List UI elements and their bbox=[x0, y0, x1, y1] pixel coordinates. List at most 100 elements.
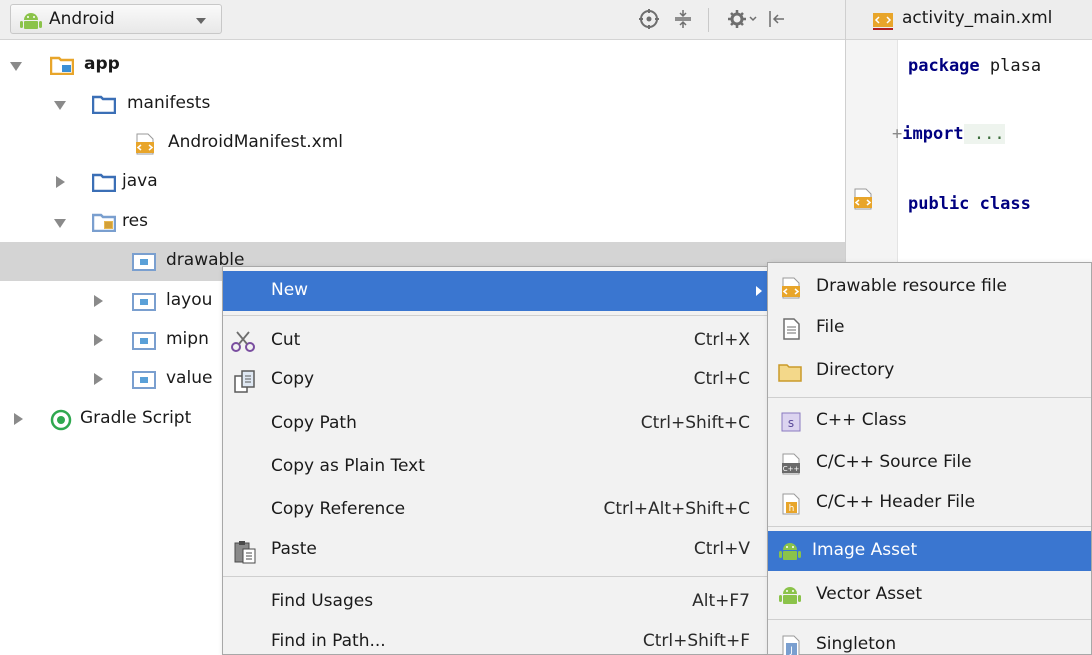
menu-label-new: New bbox=[271, 280, 309, 300]
tree-label-java: java bbox=[122, 171, 158, 191]
submenu-item-file[interactable]: File bbox=[768, 308, 1091, 348]
tree-label-manifests: manifests bbox=[127, 93, 211, 113]
editor-tab-label: activity_main.xml bbox=[902, 8, 1053, 28]
module-folder-icon bbox=[49, 55, 75, 80]
submenu-label-drawable-resource-file: Drawable resource file bbox=[816, 276, 1008, 296]
new-submenu: Drawable resource file File Directory s … bbox=[767, 262, 1092, 655]
menu-label-copy-plain-text: Copy as Plain Text bbox=[271, 456, 425, 476]
submenu-item-vector-asset[interactable]: Vector Asset bbox=[768, 575, 1091, 615]
xml-file-icon bbox=[134, 133, 156, 160]
locate-icon[interactable] bbox=[638, 8, 660, 30]
folder-icon bbox=[91, 172, 117, 197]
code-folded-text[interactable]: ... bbox=[963, 124, 1005, 144]
menu-item-find-in-path[interactable]: Find in Path... Ctrl+Shift+F bbox=[223, 622, 768, 655]
submenu-label-cpp-class: C++ Class bbox=[816, 410, 907, 430]
copy-icon bbox=[233, 370, 255, 393]
code-line-1[interactable]: package plasa bbox=[908, 56, 1041, 76]
hide-panel-icon[interactable] bbox=[766, 8, 788, 30]
menu-label-paste: Paste bbox=[271, 539, 317, 559]
menu-label-find-in-path: Find in Path... bbox=[271, 631, 386, 651]
menu-item-paste[interactable]: Paste Ctrl+V bbox=[223, 530, 768, 570]
project-view-label: Android bbox=[49, 9, 115, 29]
tree-item-manifests[interactable]: manifests bbox=[0, 85, 845, 124]
gear-icon[interactable] bbox=[726, 8, 758, 30]
menu-label-copy: Copy bbox=[271, 369, 315, 389]
code-keyword: import bbox=[902, 124, 964, 144]
code-text: plasa bbox=[979, 56, 1042, 76]
tree-label-mipmap: mipn bbox=[166, 329, 209, 349]
submenu-item-directory[interactable]: Directory bbox=[768, 351, 1091, 391]
collapse-arrow-icon[interactable] bbox=[94, 295, 103, 307]
menu-label-copy-path: Copy Path bbox=[271, 413, 357, 433]
menu-label-copy-reference: Copy Reference bbox=[271, 499, 406, 519]
collapse-arrow-icon[interactable] bbox=[14, 413, 23, 425]
menu-item-copy-path[interactable]: Copy Path Ctrl+Shift+C bbox=[223, 404, 768, 444]
tree-item-app[interactable]: app bbox=[0, 46, 845, 85]
submenu-label-directory: Directory bbox=[816, 360, 895, 380]
tree-label-android-manifest: AndroidManifest.xml bbox=[168, 132, 344, 152]
submenu-label-c-source-file: C/C++ Source File bbox=[816, 452, 972, 472]
android-icon bbox=[778, 541, 801, 563]
submenu-item-singleton[interactable]: J Singleton bbox=[768, 625, 1091, 655]
submenu-arrow-icon bbox=[756, 286, 762, 296]
collapse-arrow-icon[interactable] bbox=[56, 176, 65, 188]
menu-label-find-usages: Find Usages bbox=[271, 591, 374, 611]
project-toolbar: Android bbox=[0, 0, 845, 40]
menu-separator bbox=[768, 397, 1091, 398]
expand-arrow-icon[interactable] bbox=[54, 101, 66, 110]
submenu-label-file: File bbox=[816, 317, 845, 337]
fold-expand-icon[interactable]: + bbox=[892, 124, 902, 144]
expand-arrow-icon[interactable] bbox=[10, 62, 22, 71]
svg-text:C++: C++ bbox=[783, 465, 800, 473]
menu-shortcut-copy: Ctrl+C bbox=[693, 369, 750, 389]
code-line-3[interactable]: public class bbox=[908, 194, 1031, 214]
submenu-item-drawable-resource-file[interactable]: Drawable resource file bbox=[768, 267, 1091, 307]
android-icon bbox=[20, 12, 42, 35]
toolbar-separator bbox=[708, 8, 709, 32]
svg-text:s: s bbox=[788, 416, 794, 430]
menu-item-find-usages[interactable]: Find Usages Alt+F7 bbox=[223, 582, 768, 622]
svg-text:h: h bbox=[789, 504, 795, 514]
folder-icon bbox=[91, 94, 117, 119]
menu-item-cut[interactable]: Cut Ctrl+X bbox=[223, 321, 768, 361]
folder-icon bbox=[132, 291, 156, 316]
editor-tab-activity-main[interactable]: activity_main.xml bbox=[846, 0, 1092, 40]
collapse-arrow-icon[interactable] bbox=[94, 373, 103, 385]
folder-icon bbox=[778, 361, 802, 383]
submenu-label-c-header-file: C/C++ Header File bbox=[816, 492, 976, 512]
menu-separator bbox=[768, 619, 1091, 620]
tree-label-values: value bbox=[166, 368, 213, 388]
code-line-2[interactable]: +import ... bbox=[892, 124, 1005, 144]
xml-file-icon bbox=[780, 277, 802, 299]
project-view-selector[interactable]: Android bbox=[10, 4, 222, 34]
cpp-source-icon: C++ bbox=[780, 453, 802, 475]
menu-separator bbox=[223, 576, 768, 577]
menu-shortcut-copy-path: Ctrl+Shift+C bbox=[640, 413, 750, 433]
folder-icon bbox=[132, 251, 156, 276]
submenu-item-c-header-file[interactable]: h C/C++ Header File bbox=[768, 483, 1091, 523]
cpp-header-icon: h bbox=[780, 493, 802, 515]
scissors-icon bbox=[231, 331, 255, 353]
collapse-all-icon[interactable] bbox=[672, 8, 694, 30]
menu-label-cut: Cut bbox=[271, 330, 301, 350]
submenu-item-image-asset[interactable]: Image Asset bbox=[768, 531, 1091, 571]
context-menu: New Cut Ctrl+X Copy Ctrl+C Copy Path Ctr… bbox=[222, 266, 769, 655]
tree-item-android-manifest[interactable]: AndroidManifest.xml bbox=[0, 124, 845, 163]
chevron-down-icon bbox=[196, 18, 206, 24]
submenu-item-c-source-file[interactable]: C++ C/C++ Source File bbox=[768, 443, 1091, 483]
tree-label-app: app bbox=[84, 54, 120, 74]
menu-item-copy[interactable]: Copy Ctrl+C bbox=[223, 360, 768, 400]
expand-arrow-icon[interactable] bbox=[54, 219, 66, 228]
menu-shortcut-find-usages: Alt+F7 bbox=[692, 591, 750, 611]
collapse-arrow-icon[interactable] bbox=[94, 334, 103, 346]
tree-item-res[interactable]: res bbox=[0, 203, 845, 242]
tree-label-layout: layou bbox=[166, 290, 213, 310]
menu-item-copy-plain-text[interactable]: Copy as Plain Text bbox=[223, 447, 768, 487]
submenu-item-cpp-class[interactable]: s C++ Class bbox=[768, 401, 1091, 441]
submenu-label-image-asset: Image Asset bbox=[812, 540, 918, 560]
menu-item-copy-reference[interactable]: Copy Reference Ctrl+Alt+Shift+C bbox=[223, 490, 768, 530]
resource-folder-icon bbox=[91, 212, 117, 237]
tree-item-java[interactable]: java bbox=[0, 163, 845, 202]
menu-item-new[interactable]: New bbox=[223, 271, 768, 311]
code-keyword: public class bbox=[908, 194, 1031, 214]
